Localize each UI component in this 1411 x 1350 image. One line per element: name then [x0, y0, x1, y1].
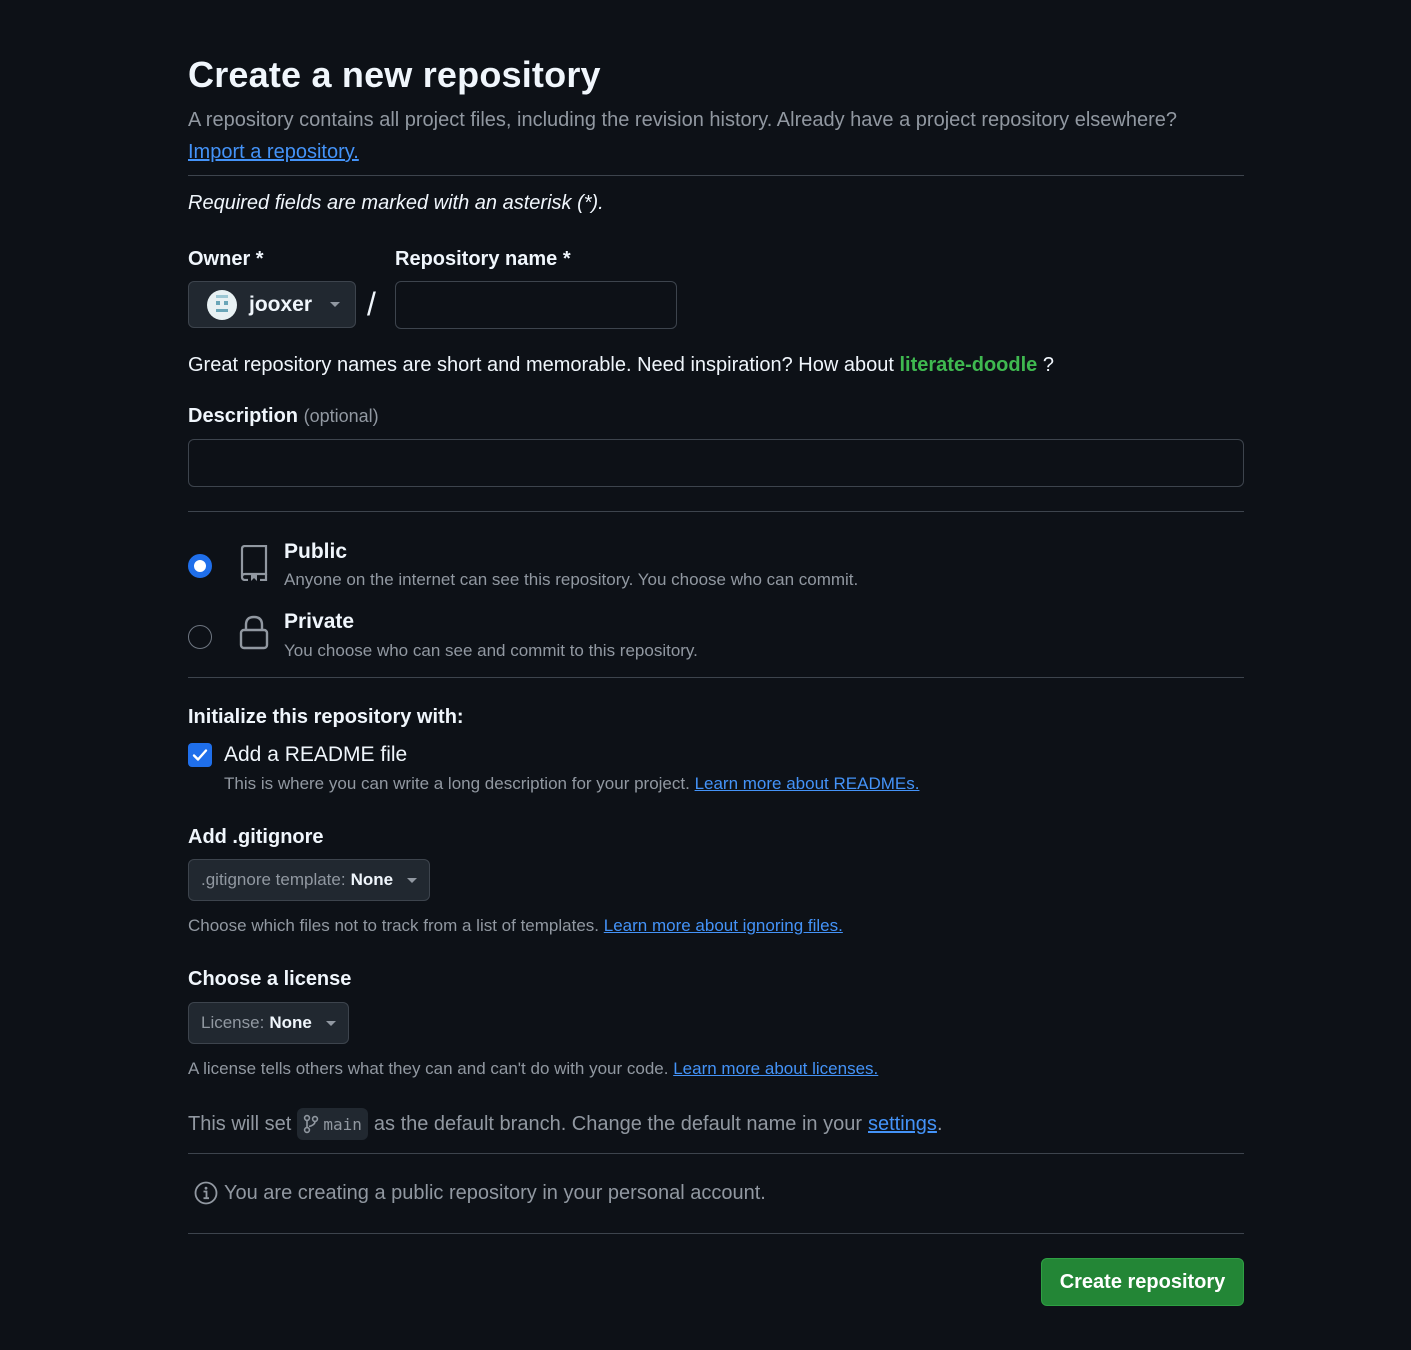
private-description: You choose who can see and commit to thi…	[284, 641, 698, 660]
repo-book-icon	[240, 545, 268, 581]
avatar	[207, 289, 237, 320]
private-radio[interactable]	[188, 625, 212, 649]
checkmark-icon	[192, 749, 208, 761]
gitignore-template-dropdown[interactable]: .gitignore template: None	[188, 859, 431, 901]
license-dropdown[interactable]: License: None	[188, 1002, 349, 1044]
owner-dropdown[interactable]: jooxer	[188, 281, 356, 328]
gitignore-heading: Add .gitignore	[188, 826, 324, 848]
gitignore-learn-more-link[interactable]: Learn more about ignoring files.	[604, 916, 843, 935]
divider	[188, 1153, 1244, 1154]
initialize-heading: Initialize this repository with:	[188, 706, 464, 728]
license-select-value: None	[269, 1013, 312, 1032]
branch-middle: as the default branch. Change the defaul…	[373, 1112, 862, 1135]
name-hint-suffix: ?	[1042, 354, 1054, 376]
divider	[188, 175, 1244, 176]
gitignore-select-key: .gitignore template:	[201, 870, 346, 889]
license-learn-more-link[interactable]: Learn more about licenses.	[673, 1059, 878, 1078]
create-repository-button[interactable]: Create repository	[1041, 1258, 1244, 1306]
readme-label[interactable]: Add a README file	[224, 743, 407, 767]
description-input[interactable]	[188, 439, 1244, 487]
divider	[188, 511, 1244, 512]
import-repository-link[interactable]: Import a repository.	[188, 141, 359, 163]
repository-name-input[interactable]	[395, 281, 677, 329]
description-label-text: Description	[188, 405, 299, 427]
page-title: Create a new repository	[188, 54, 601, 95]
notice-text: You are creating a public repository in …	[224, 1181, 766, 1204]
license-description: A license tells others what they can and…	[188, 1059, 878, 1079]
description-label: Description (optional)	[188, 405, 379, 428]
readme-description: This is where you can write a long descr…	[224, 774, 919, 794]
required-fields-note: Required fields are marked with an aster…	[188, 192, 604, 214]
license-heading: Choose a license	[188, 968, 352, 990]
divider	[188, 677, 1244, 678]
chevron-down-icon	[325, 1020, 336, 1026]
lock-icon	[239, 615, 269, 650]
owner-label: Owner *	[188, 248, 264, 270]
info-icon	[194, 1181, 218, 1205]
gitignore-description: Choose which files not to track from a l…	[188, 916, 843, 936]
repository-name-label: Repository name *	[395, 248, 571, 270]
optional-tag: (optional)	[303, 406, 379, 426]
readme-desc-text: This is where you can write a long descr…	[224, 774, 690, 793]
private-title: Private	[284, 610, 355, 633]
branch-prefix: This will set	[188, 1112, 292, 1135]
divider	[188, 1233, 1244, 1234]
public-notice: You are creating a public repository in …	[194, 1181, 766, 1205]
subtitle-text: A repository contains all project files,…	[188, 109, 1178, 131]
owner-name: jooxer	[249, 292, 313, 316]
default-branch-note: This will set main as the default branch…	[188, 1108, 943, 1140]
public-radio[interactable]	[188, 554, 212, 578]
chevron-down-icon	[330, 302, 341, 307]
owner-repo-separator: /	[367, 286, 376, 322]
license-select-key: License:	[201, 1013, 265, 1032]
gitignore-select-value: None	[350, 870, 394, 889]
gitignore-desc-text: Choose which files not to track from a l…	[188, 916, 600, 935]
settings-link[interactable]: settings	[868, 1113, 937, 1136]
readme-checkbox[interactable]	[188, 743, 212, 767]
name-hint: Great repository names are short and mem…	[188, 354, 1054, 377]
page-subtitle: A repository contains all project files,…	[188, 104, 1244, 168]
readme-learn-more-link[interactable]: Learn more about READMEs.	[695, 774, 920, 793]
chevron-down-icon	[407, 877, 418, 883]
name-suggestion-link[interactable]: literate-doodle	[899, 354, 1037, 376]
branch-suffix: .	[936, 1112, 943, 1135]
branch-name-pill: main	[297, 1108, 368, 1140]
name-hint-text: Great repository names are short and mem…	[188, 354, 894, 376]
public-description: Anyone on the internet can see this repo…	[284, 570, 859, 589]
branch-name: main	[323, 1114, 362, 1134]
git-branch-icon	[304, 1114, 319, 1134]
public-title: Public	[284, 540, 348, 563]
license-desc-text: A license tells others what they can and…	[188, 1059, 669, 1078]
